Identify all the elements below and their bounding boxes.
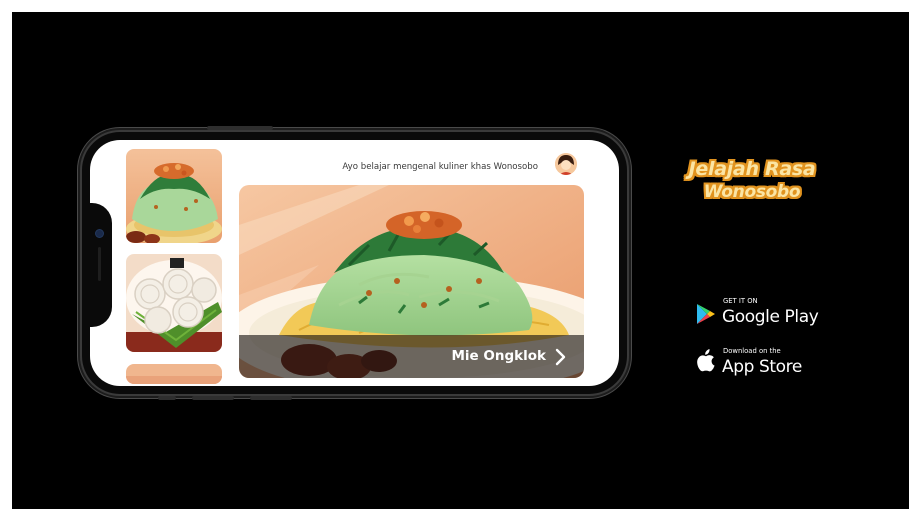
presentation-stage: Ayo belajar mengenal kuliner khas Wonoso…	[12, 12, 909, 509]
app-screen: Ayo belajar mengenal kuliner khas Wonoso…	[90, 140, 619, 386]
brand-logo-line1: Jelajah Rasa	[688, 158, 816, 180]
header-greeting-text: Ayo belajar mengenal kuliner khas Wonoso…	[342, 162, 538, 172]
phone-side-button	[207, 126, 273, 130]
mie-ongklok-thumbnail-image	[126, 149, 222, 243]
food-thumbnail-partial[interactable]	[126, 364, 222, 384]
apple-icon	[697, 349, 715, 372]
featured-dish-title: Mie Ongklok	[451, 348, 546, 364]
avatar-icon	[555, 153, 577, 175]
chevron-right-icon[interactable]	[550, 347, 570, 367]
user-avatar[interactable]	[555, 153, 577, 175]
food-thumbnail-rolled-cake[interactable]	[126, 254, 222, 352]
food-thumbnail-mie-ongklok[interactable]	[126, 149, 222, 243]
app-store-badge[interactable]: Download on the App Store	[696, 346, 836, 382]
speaker-grille	[98, 247, 101, 281]
partial-dish-thumbnail-image	[126, 364, 222, 384]
phone-volume-button	[250, 396, 292, 400]
phone-volume-button	[192, 396, 234, 400]
rolled-cake-thumbnail-image	[126, 254, 222, 352]
app-store-label: App Store	[722, 357, 802, 377]
brand-logo: Jelajah Rasa Wonosobo	[672, 150, 832, 220]
phone-mockup: Ayo belajar mengenal kuliner khas Wonoso…	[82, 126, 627, 400]
phone-notch	[90, 203, 112, 327]
featured-dish-card[interactable]: Mie Ongklok	[239, 185, 584, 378]
brand-logo-line2: Wonosobo	[703, 182, 801, 202]
app-store-small-text: Download on the	[723, 347, 781, 355]
google-play-icon	[697, 304, 715, 324]
phone-side-button	[158, 396, 176, 400]
google-play-small-text: GET IT ON	[723, 297, 758, 305]
google-play-label: Google Play	[722, 307, 819, 327]
google-play-badge[interactable]: GET IT ON Google Play	[696, 297, 836, 333]
front-camera-icon	[96, 230, 103, 237]
